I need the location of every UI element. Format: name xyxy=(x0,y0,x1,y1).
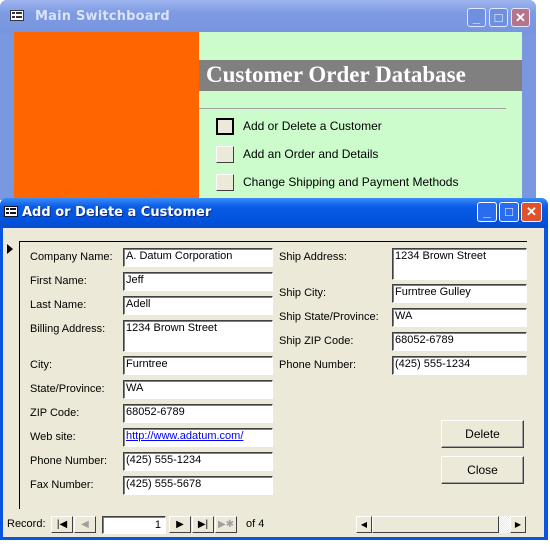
maximize-button[interactable]: □ xyxy=(489,8,508,27)
billing-address-field[interactable]: 1234 Brown Street xyxy=(123,320,273,352)
record-selector[interactable] xyxy=(3,243,17,508)
switchboard-item-label: Add an Order and Details xyxy=(243,147,379,161)
horizontal-scrollbar[interactable]: ◀ ▶ xyxy=(356,516,526,533)
minimize-icon: _ xyxy=(483,204,491,219)
last-record-button[interactable]: ▶| xyxy=(192,516,214,533)
customer-form-client: Company Name: A. Datum Corporation First… xyxy=(3,228,544,537)
state-province-field[interactable]: WA xyxy=(123,380,273,399)
maximize-button[interactable]: □ xyxy=(499,202,519,222)
customer-form-titlebar[interactable]: Add or Delete a Customer _ □ ✕ xyxy=(0,198,548,228)
city-label: City: xyxy=(30,359,52,371)
switchboard-item-label: Add or Delete a Customer xyxy=(243,119,382,133)
ship-address-field[interactable]: 1234 Brown Street xyxy=(392,248,527,280)
window-title: Add or Delete a Customer xyxy=(22,205,212,220)
record-selector-divider xyxy=(19,241,20,509)
ship-state-province-label: Ship State/Province: xyxy=(279,311,379,323)
switchboard-item-button[interactable] xyxy=(216,118,234,135)
first-name-field[interactable]: Jeff xyxy=(123,272,273,291)
scroll-left-button[interactable]: ◀ xyxy=(356,516,372,533)
minimize-icon: _ xyxy=(472,10,481,25)
first-name-label: First Name: xyxy=(30,275,87,287)
divider xyxy=(199,108,506,109)
web-site-label: Web site: xyxy=(30,431,76,443)
scroll-right-button[interactable]: ▶ xyxy=(510,516,526,533)
switchboard-client: Customer Order Database Add or Delete a … xyxy=(14,32,522,200)
record-of-label: of xyxy=(246,518,256,530)
switchboard-item-label: Change Shipping and Payment Methods xyxy=(243,175,459,189)
web-site-field[interactable]: http://www.adatum.com/ xyxy=(123,428,273,447)
switchboard-titlebar[interactable]: Main Switchboard _ □ ✕ xyxy=(0,0,536,34)
close-button[interactable]: ✕ xyxy=(511,8,530,27)
new-record-icon: ▶✱ xyxy=(217,519,235,530)
zip-code-label: ZIP Code: xyxy=(30,407,80,419)
record-count: of 4 xyxy=(246,518,264,530)
ship-zip-code-field[interactable]: 68052-6789 xyxy=(392,332,527,351)
scroll-thumb[interactable] xyxy=(372,516,499,533)
company-name-field[interactable]: A. Datum Corporation xyxy=(123,248,273,267)
previous-record-button[interactable]: ◀ xyxy=(74,516,96,533)
switchboard-item-button[interactable] xyxy=(216,174,234,191)
phone-number-field[interactable]: (425) 555-1234 xyxy=(123,452,273,471)
phone-number-label: Phone Number: xyxy=(30,455,108,467)
company-name-label: Company Name: xyxy=(30,251,113,263)
ship-phone-number-field[interactable]: (425) 555-1234 xyxy=(392,356,527,375)
city-field[interactable]: Furntree xyxy=(123,356,273,375)
minimize-button[interactable]: _ xyxy=(467,8,486,27)
last-name-label: Last Name: xyxy=(30,299,87,311)
record-navigation-bar: Record: |◀ ◀ 1 ▶ ▶| ▶✱ of 4 ◀ ▶ xyxy=(3,515,544,535)
form-icon xyxy=(10,10,24,21)
ship-address-label: Ship Address: xyxy=(279,251,347,263)
billing-address-label: Billing Address: xyxy=(30,323,106,335)
next-record-button[interactable]: ▶ xyxy=(169,516,191,533)
switchboard-side-panel xyxy=(14,32,199,200)
banner-title: Customer Order Database xyxy=(206,62,466,87)
previous-record-icon: ◀ xyxy=(81,519,89,530)
ship-city-label: Ship City: xyxy=(279,287,327,299)
switchboard-banner: Customer Order Database xyxy=(199,60,522,91)
form-header-divider xyxy=(19,241,527,242)
record-label: Record: xyxy=(7,518,46,530)
close-icon: ✕ xyxy=(515,10,526,25)
delete-button[interactable]: Delete xyxy=(441,420,524,448)
current-record-arrow-icon xyxy=(7,244,13,254)
scroll-right-icon: ▶ xyxy=(514,520,522,529)
first-record-icon: |◀ xyxy=(56,519,68,530)
customer-form-window: Add or Delete a Customer _ □ ✕ Company N… xyxy=(0,198,548,540)
state-province-label: State/Province: xyxy=(30,383,105,395)
scroll-left-icon: ◀ xyxy=(360,520,368,529)
form-icon xyxy=(4,206,18,217)
close-form-button[interactable]: Close xyxy=(441,456,524,484)
close-icon: ✕ xyxy=(526,204,537,219)
last-name-field[interactable]: Adell xyxy=(123,296,273,315)
last-record-icon: ▶| xyxy=(197,519,209,530)
ship-city-field[interactable]: Furntree Gulley xyxy=(392,284,527,303)
switchboard-item-button[interactable] xyxy=(216,146,234,163)
new-record-button[interactable]: ▶✱ xyxy=(215,516,237,533)
record-total: 4 xyxy=(258,518,265,530)
first-record-button[interactable]: |◀ xyxy=(51,516,73,533)
next-record-icon: ▶ xyxy=(176,519,184,530)
fax-number-label: Fax Number: xyxy=(30,479,94,491)
record-number-input[interactable]: 1 xyxy=(102,516,166,534)
window-title: Main Switchboard xyxy=(35,9,170,24)
ship-phone-number-label: Phone Number: xyxy=(279,359,357,371)
ship-state-province-field[interactable]: WA xyxy=(392,308,527,327)
main-switchboard-window: Main Switchboard _ □ ✕ Customer Order Da… xyxy=(0,0,536,200)
zip-code-field[interactable]: 68052-6789 xyxy=(123,404,273,423)
web-site-link[interactable]: http://www.adatum.com/ xyxy=(126,430,243,442)
maximize-icon: □ xyxy=(505,204,513,219)
ship-zip-code-label: Ship ZIP Code: xyxy=(279,335,354,347)
maximize-icon: □ xyxy=(494,10,503,25)
close-button[interactable]: ✕ xyxy=(521,202,542,222)
fax-number-field[interactable]: (425) 555-5678 xyxy=(123,476,273,495)
minimize-button[interactable]: _ xyxy=(477,202,497,222)
